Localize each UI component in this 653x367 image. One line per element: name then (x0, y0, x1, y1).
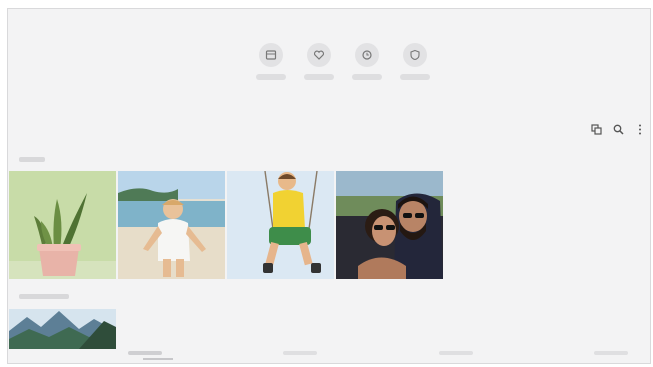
quick-actions-bar (247, 43, 439, 80)
top-toolbar (590, 122, 646, 136)
child-swing-image (227, 171, 334, 279)
child-beach-image (118, 171, 225, 279)
multi-window-icon[interactable] (590, 122, 602, 136)
more-options-icon[interactable] (634, 122, 646, 136)
action-recent[interactable] (343, 43, 391, 80)
tab-pictures[interactable] (128, 351, 162, 355)
photo-thumb-mountains[interactable] (9, 309, 116, 349)
clock-icon (355, 43, 379, 67)
photo-grid (9, 171, 445, 279)
action-favorites-label (304, 74, 334, 80)
album-icon (259, 43, 283, 67)
active-tab-indicator (143, 358, 173, 360)
action-recent-label (352, 74, 382, 80)
photo-thumb-child-beach[interactable] (118, 171, 225, 279)
action-albums-label (256, 74, 286, 80)
section-title-recent (19, 157, 45, 162)
action-secure-label (400, 74, 430, 80)
tab-shared[interactable] (593, 351, 628, 355)
plant-image (9, 171, 116, 279)
photo-thumb-couple-selfie[interactable] (336, 171, 443, 279)
shield-icon (403, 43, 427, 67)
photo-thumb-plant[interactable] (9, 171, 116, 279)
bottom-navigation (128, 349, 628, 359)
tab-albums[interactable] (283, 351, 318, 355)
action-favorites[interactable] (295, 43, 343, 80)
mountains-image (9, 309, 116, 349)
search-icon[interactable] (612, 122, 624, 136)
heart-icon (307, 43, 331, 67)
couple-selfie-image (336, 171, 443, 279)
section-title-older (19, 294, 69, 299)
gallery-window (7, 8, 651, 364)
action-secure[interactable] (391, 43, 439, 80)
photo-thumb-child-swing[interactable] (227, 171, 334, 279)
tab-stories[interactable] (438, 351, 473, 355)
action-albums[interactable] (247, 43, 295, 80)
